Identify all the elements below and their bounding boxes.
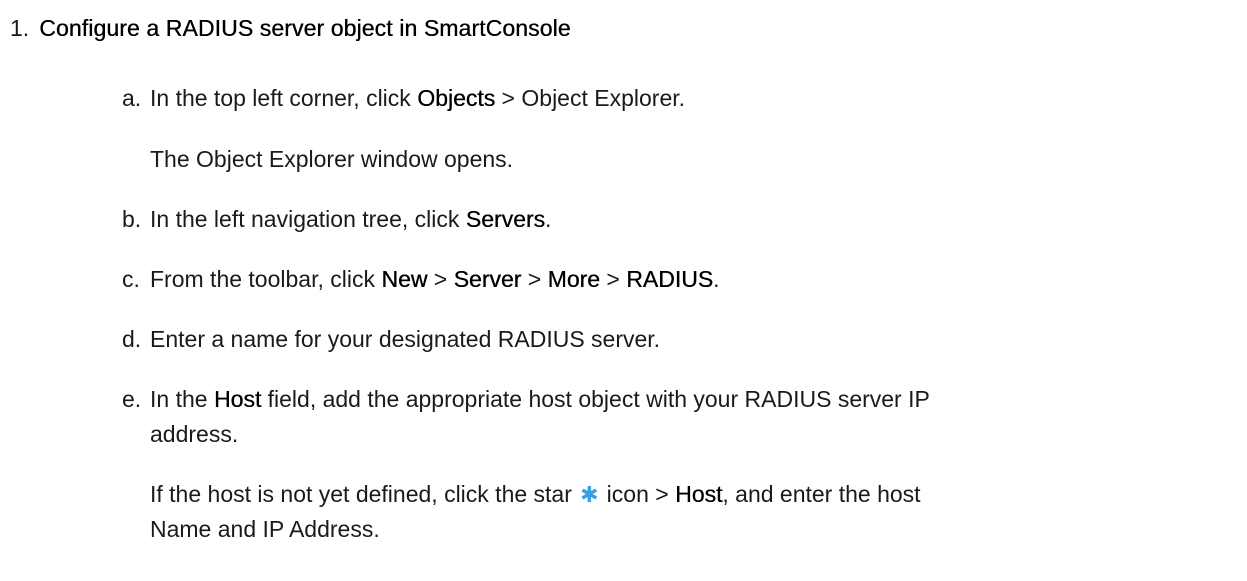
substep-letter: b. bbox=[122, 206, 142, 232]
step-title: Configure a RADIUS server object in Smar… bbox=[39, 15, 571, 41]
substep-text: From the toolbar, click bbox=[150, 266, 382, 292]
document-page: 1. Configure a RADIUS server object in Sm… bbox=[0, 0, 1247, 581]
ui-term-servers: Servers bbox=[465, 206, 546, 232]
substep-letter: a. bbox=[122, 85, 142, 111]
separator: > bbox=[599, 266, 627, 292]
substep-text: In the top left corner, click bbox=[150, 85, 418, 111]
substep-letter: d. bbox=[122, 326, 142, 352]
substep-b: b. In the left navigation tree, click Ser… bbox=[122, 203, 551, 235]
note-text: , and enter the host bbox=[722, 481, 921, 507]
substep-text: In the bbox=[150, 386, 214, 412]
substep-a-note: The Object Explorer window opens. bbox=[150, 146, 514, 172]
substep-text: Enter a name for your designated RADIUS … bbox=[150, 326, 661, 352]
substep-e: e. In the Host field, add the appropriate… bbox=[122, 383, 930, 415]
ui-term-new: New bbox=[381, 266, 428, 292]
substep-text: field, add the appropriate host object w… bbox=[261, 386, 930, 412]
ui-term-host: Host bbox=[213, 386, 262, 412]
substep-e-note-line2: Name and IP Address. bbox=[150, 516, 380, 542]
ui-term-objects: Objects bbox=[417, 85, 496, 111]
substep-e-line2: address. bbox=[150, 421, 239, 447]
ui-term-server: Server bbox=[453, 266, 522, 292]
separator: > bbox=[521, 266, 548, 292]
note-text: If the host is not yet defined, click th… bbox=[150, 481, 579, 507]
ui-term-radius: RADIUS bbox=[626, 266, 714, 292]
star-icon: ✱ bbox=[580, 482, 599, 507]
substep-text: . bbox=[713, 266, 720, 292]
substep-a: a. In the top left corner, click Objects … bbox=[122, 82, 685, 114]
step-heading: 1. Configure a RADIUS server object in Sm… bbox=[10, 12, 571, 44]
substep-text: > Object Explorer. bbox=[495, 85, 686, 111]
step-number: 1. bbox=[10, 15, 30, 41]
substep-e-note: If the host is not yet defined, click th… bbox=[150, 478, 921, 510]
separator: > bbox=[427, 266, 454, 292]
substep-c: c. From the toolbar, click New > Server >… bbox=[122, 263, 719, 295]
ui-term-more: More bbox=[547, 266, 600, 292]
substep-d: d. Enter a name for your designated RADIU… bbox=[122, 323, 660, 355]
ui-term-host: Host bbox=[675, 481, 723, 507]
note-text: icon > bbox=[600, 481, 676, 507]
substep-letter: c. bbox=[122, 266, 140, 292]
substep-text: In the left navigation tree, click bbox=[150, 206, 466, 232]
substep-text: . bbox=[545, 206, 552, 232]
substep-letter: e. bbox=[122, 386, 142, 412]
